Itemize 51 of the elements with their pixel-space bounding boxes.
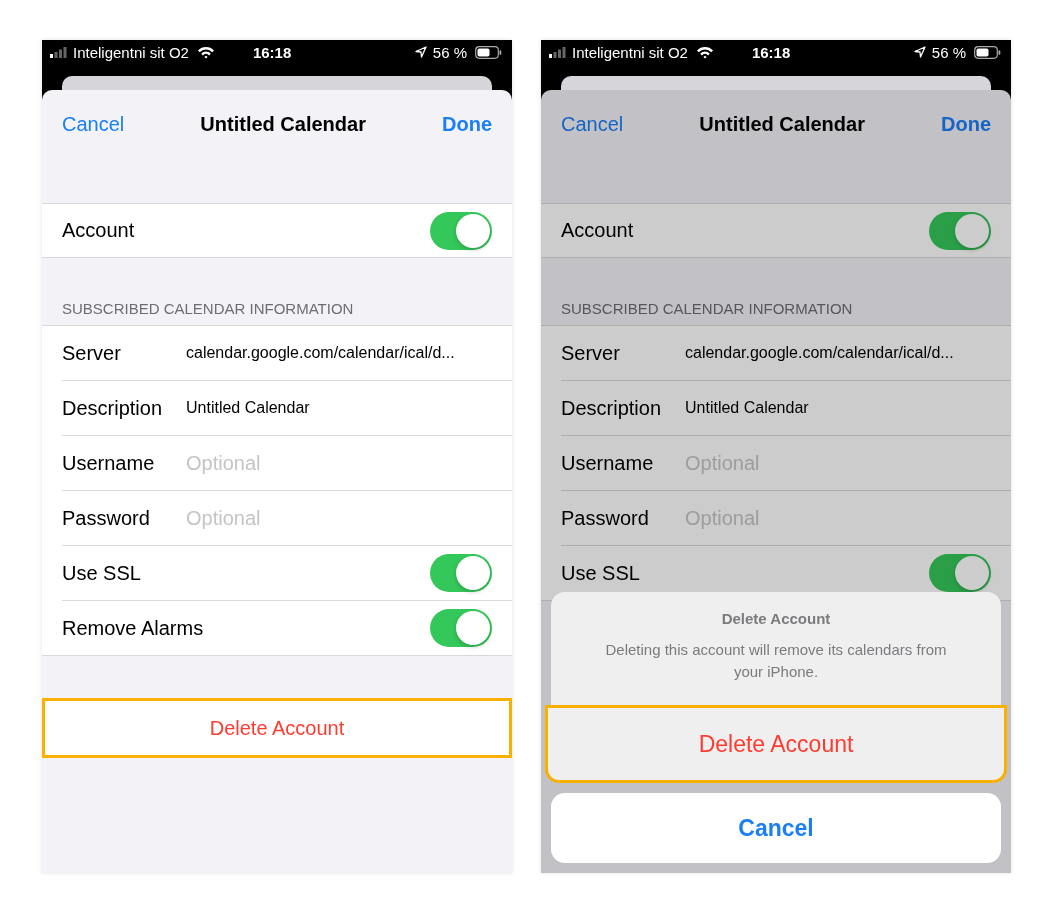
screen-title: Untitled Calendar [200,112,366,136]
carrier-name: Inteligentni sit O2 [73,43,189,61]
cancel-button[interactable]: Cancel [551,793,1001,863]
section-header: SUBSCRIBED CALENDAR INFORMATION [561,300,854,317]
battery-icon [475,45,502,59]
delete-account-button[interactable]: Delete Account [545,705,1007,783]
wifi-icon [196,45,215,59]
location-arrow-icon [913,46,926,58]
row-value: Untitled Calendar [685,399,809,417]
screen-title: Untitled Calendar [699,112,865,136]
cancel-link[interactable]: Cancel [561,112,624,136]
row-label: Username [561,451,655,475]
carrier-name: Inteligentni sit O2 [572,43,688,61]
battery-icon [974,45,1001,59]
signal-icon [549,46,566,58]
row-label: Server [62,341,122,365]
row-label: Use SSL [561,561,641,585]
toggle-switch[interactable] [929,554,991,592]
row-value: calendar.google.com/calendar/ical/d... [186,344,455,362]
toggle-switch[interactable] [929,211,991,250]
row-label: Server [561,341,621,365]
location-arrow-icon [414,46,427,58]
row-value: calendar.google.com/calendar/ical/d... [685,344,954,362]
done-link[interactable]: Done [941,112,991,136]
input-field[interactable]: Optional [186,451,446,475]
row-label: Remove Alarms [62,616,204,640]
battery-percent: 56 % [432,43,467,61]
clock-time: 16:18 [252,43,292,61]
done-link[interactable]: Done [442,112,492,136]
row-label: Password [62,506,151,530]
toggle-switch[interactable] [430,211,492,250]
row-value: Untitled Calendar [186,399,310,417]
row-label: Account [561,219,635,242]
battery-percent: 56 % [931,43,966,61]
row-label: Password [561,506,650,530]
row-label: Description [62,396,164,420]
wifi-icon [695,45,714,59]
section-header: SUBSCRIBED CALENDAR INFORMATION [62,300,355,317]
row-label: Description [561,396,663,420]
toggle-switch[interactable] [430,609,492,647]
clock-time: 16:18 [751,43,791,61]
signal-icon [50,46,67,58]
action-sheet-title: Delete Account [720,610,832,627]
input-field[interactable]: Optional [186,506,446,530]
row-label: Account [62,219,136,242]
row-label: Username [62,451,156,475]
row-label: Use SSL [62,561,142,585]
delete-account-button[interactable]: Delete Account [42,698,512,758]
cancel-link[interactable]: Cancel [62,112,125,136]
action-sheet-message: Deleting this account will remove its calendars from your iPhone. [604,640,948,682]
toggle-switch[interactable] [430,554,492,592]
